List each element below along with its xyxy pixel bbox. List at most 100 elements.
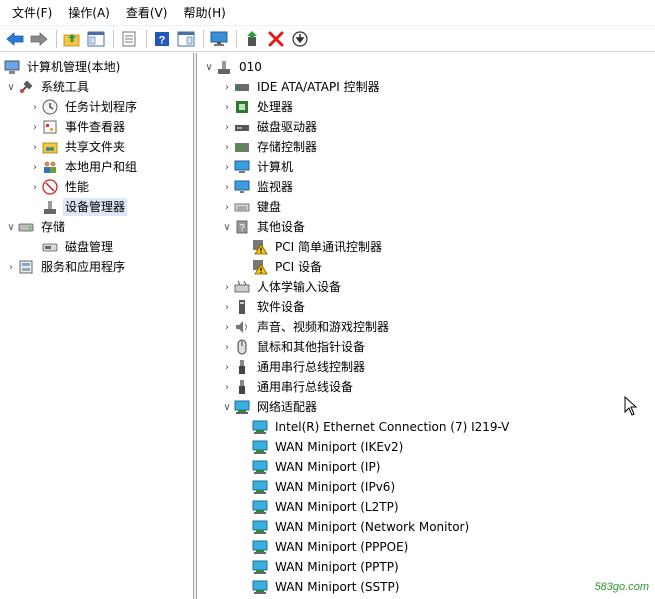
device-item[interactable]: WAN Miniport (PPPOE) — [238, 537, 410, 557]
chevron-right-icon[interactable]: › — [220, 337, 234, 357]
device-category[interactable]: › 通用串行总线控制器 — [220, 357, 367, 377]
tree-item-label: WAN Miniport (IPv6) — [275, 480, 396, 494]
device-item[interactable]: PCI 简单通讯控制器 — [238, 237, 384, 257]
tree-item-label: 通用串行总线设备 — [257, 380, 354, 394]
properties-button[interactable] — [118, 28, 140, 50]
tree-item-label: WAN Miniport (SSTP) — [275, 580, 400, 594]
chevron-down-icon[interactable]: ∨ — [4, 77, 18, 97]
menu-view[interactable]: 查看(V) — [118, 2, 176, 24]
update-driver-button[interactable] — [241, 28, 263, 50]
chevron-right-icon[interactable]: › — [28, 117, 42, 137]
tree-item-task-scheduler[interactable]: › 任务计划程序 — [28, 97, 139, 117]
device-item[interactable]: WAN Miniport (IPv6) — [238, 477, 397, 497]
pane-splitter[interactable] — [194, 53, 197, 599]
tree-item-label: 监视器 — [257, 180, 294, 194]
device-item[interactable]: Intel(R) Ethernet Connection (7) I219-V — [238, 417, 512, 437]
tree-item-label: 共享文件夹 — [65, 140, 126, 154]
chevron-right-icon[interactable]: › — [220, 197, 234, 217]
chevron-down-icon[interactable]: ∨ — [4, 217, 18, 237]
chevron-right-icon[interactable]: › — [220, 297, 234, 317]
chevron-right-icon[interactable]: › — [28, 97, 42, 117]
action-pane-button[interactable] — [175, 28, 197, 50]
chevron-right-icon[interactable]: › — [220, 77, 234, 97]
menu-action[interactable]: 操作(A) — [60, 2, 118, 24]
device-category[interactable]: › 存储控制器 — [220, 137, 319, 157]
device-category[interactable]: ∨ 网络适配器 — [220, 397, 319, 417]
menu-file[interactable]: 文件(F) — [4, 2, 60, 24]
show-tree-button[interactable] — [85, 28, 107, 50]
chevron-right-icon[interactable]: › — [220, 377, 234, 397]
tree-item-label: PCI 设备 — [275, 260, 322, 274]
tree-item-label: 键盘 — [257, 200, 282, 214]
tree-item-device-manager[interactable]: 设备管理器 — [28, 197, 128, 217]
device-item[interactable]: WAN Miniport (L2TP) — [238, 497, 401, 517]
download-icon — [292, 30, 308, 47]
tree-item-storage[interactable]: ∨ 存储 — [4, 217, 67, 237]
properties-icon — [122, 31, 136, 46]
device-item[interactable]: WAN Miniport (IP) — [238, 457, 382, 477]
chevron-down-icon[interactable]: ∨ — [220, 397, 234, 417]
chevron-right-icon[interactable]: › — [220, 277, 234, 297]
menu-help[interactable]: 帮助(H) — [175, 2, 233, 24]
device-category[interactable]: › 软件设备 — [220, 297, 307, 317]
device-category[interactable]: › 鼠标和其他指针设备 — [220, 337, 367, 357]
device-category[interactable]: › 声音、视频和游戏控制器 — [220, 317, 391, 337]
device-item[interactable]: WAN Miniport (IKEv2) — [238, 437, 405, 457]
tree-item-event-viewer[interactable]: › 事件查看器 — [28, 117, 127, 137]
computer-icon — [234, 159, 250, 175]
tree-item-local-users[interactable]: › 本地用户和组 — [28, 157, 139, 177]
chevron-right-icon[interactable]: › — [28, 157, 42, 177]
disk-icon — [42, 239, 58, 255]
device-item[interactable]: WAN Miniport (SSTP) — [238, 577, 401, 597]
device-item[interactable]: WAN Miniport (Network Monitor) — [238, 517, 471, 537]
help-button[interactable]: ? — [151, 28, 173, 50]
chevron-right-icon[interactable]: › — [220, 137, 234, 157]
chevron-right-icon[interactable]: › — [220, 157, 234, 177]
chevron-down-icon[interactable]: ∨ — [220, 217, 234, 237]
chevron-right-icon[interactable]: › — [220, 117, 234, 137]
speaker-icon — [234, 319, 250, 335]
device-category[interactable]: › 磁盘驱动器 — [220, 117, 319, 137]
disable-device-button[interactable] — [289, 28, 311, 50]
chevron-right-icon[interactable]: › — [28, 177, 42, 197]
tree-item-performance[interactable]: › 性能 — [28, 177, 91, 197]
device-category[interactable]: › 计算机 — [220, 157, 295, 177]
device-category[interactable]: › 人体学输入设备 — [220, 277, 343, 297]
chevron-right-icon[interactable]: › — [220, 97, 234, 117]
back-button[interactable] — [4, 28, 26, 50]
tree-item-services-apps[interactable]: › 服务和应用程序 — [4, 257, 127, 277]
tree-item-label: 网络适配器 — [257, 400, 318, 414]
toolbar-separator — [56, 29, 57, 48]
device-tree: ∨ 010 › IDE ATA/ATAPI 控制器 › 处理器 › 磁盘驱动器 … — [198, 53, 655, 599]
chevron-right-icon[interactable]: › — [220, 317, 234, 337]
device-category[interactable]: › 监视器 — [220, 177, 295, 197]
chevron-right-icon[interactable]: › — [28, 137, 42, 157]
device-category[interactable]: › 处理器 — [220, 97, 295, 117]
chevron-right-icon[interactable]: › — [220, 357, 234, 377]
tree-item-system-tools[interactable]: ∨ 系统工具 — [4, 77, 91, 97]
forward-button[interactable] — [28, 28, 50, 50]
disk-drive-icon — [234, 119, 250, 135]
users-icon — [42, 159, 58, 175]
tree-item-shared-folders[interactable]: › 共享文件夹 — [28, 137, 127, 157]
up-button[interactable] — [61, 28, 83, 50]
network-adapter-icon — [252, 519, 268, 535]
tree-item-computer-management[interactable]: 计算机管理(本地) — [4, 57, 122, 77]
device-item[interactable]: PCI 设备 — [238, 257, 324, 277]
computer-root-icon — [216, 59, 232, 75]
device-category[interactable]: ∨ ? 其他设备 — [220, 217, 307, 237]
device-root[interactable]: ∨ 010 — [202, 57, 264, 77]
toolbar-separator — [146, 29, 147, 48]
device-item[interactable]: WAN Miniport (PPTP) — [238, 557, 401, 577]
uninstall-button[interactable] — [265, 28, 287, 50]
scan-hardware-button[interactable] — [208, 28, 230, 50]
mouse-icon — [234, 339, 250, 355]
device-category[interactable]: › 键盘 — [220, 197, 283, 217]
device-category[interactable]: › 通用串行总线设备 — [220, 377, 355, 397]
device-category[interactable]: › IDE ATA/ATAPI 控制器 — [220, 77, 382, 97]
tree-item-label: 通用串行总线控制器 — [257, 360, 366, 374]
chevron-down-icon[interactable]: ∨ — [202, 57, 216, 77]
tree-item-disk-management[interactable]: 磁盘管理 — [28, 237, 115, 257]
chevron-right-icon[interactable]: › — [220, 177, 234, 197]
chevron-right-icon[interactable]: › — [4, 257, 18, 277]
